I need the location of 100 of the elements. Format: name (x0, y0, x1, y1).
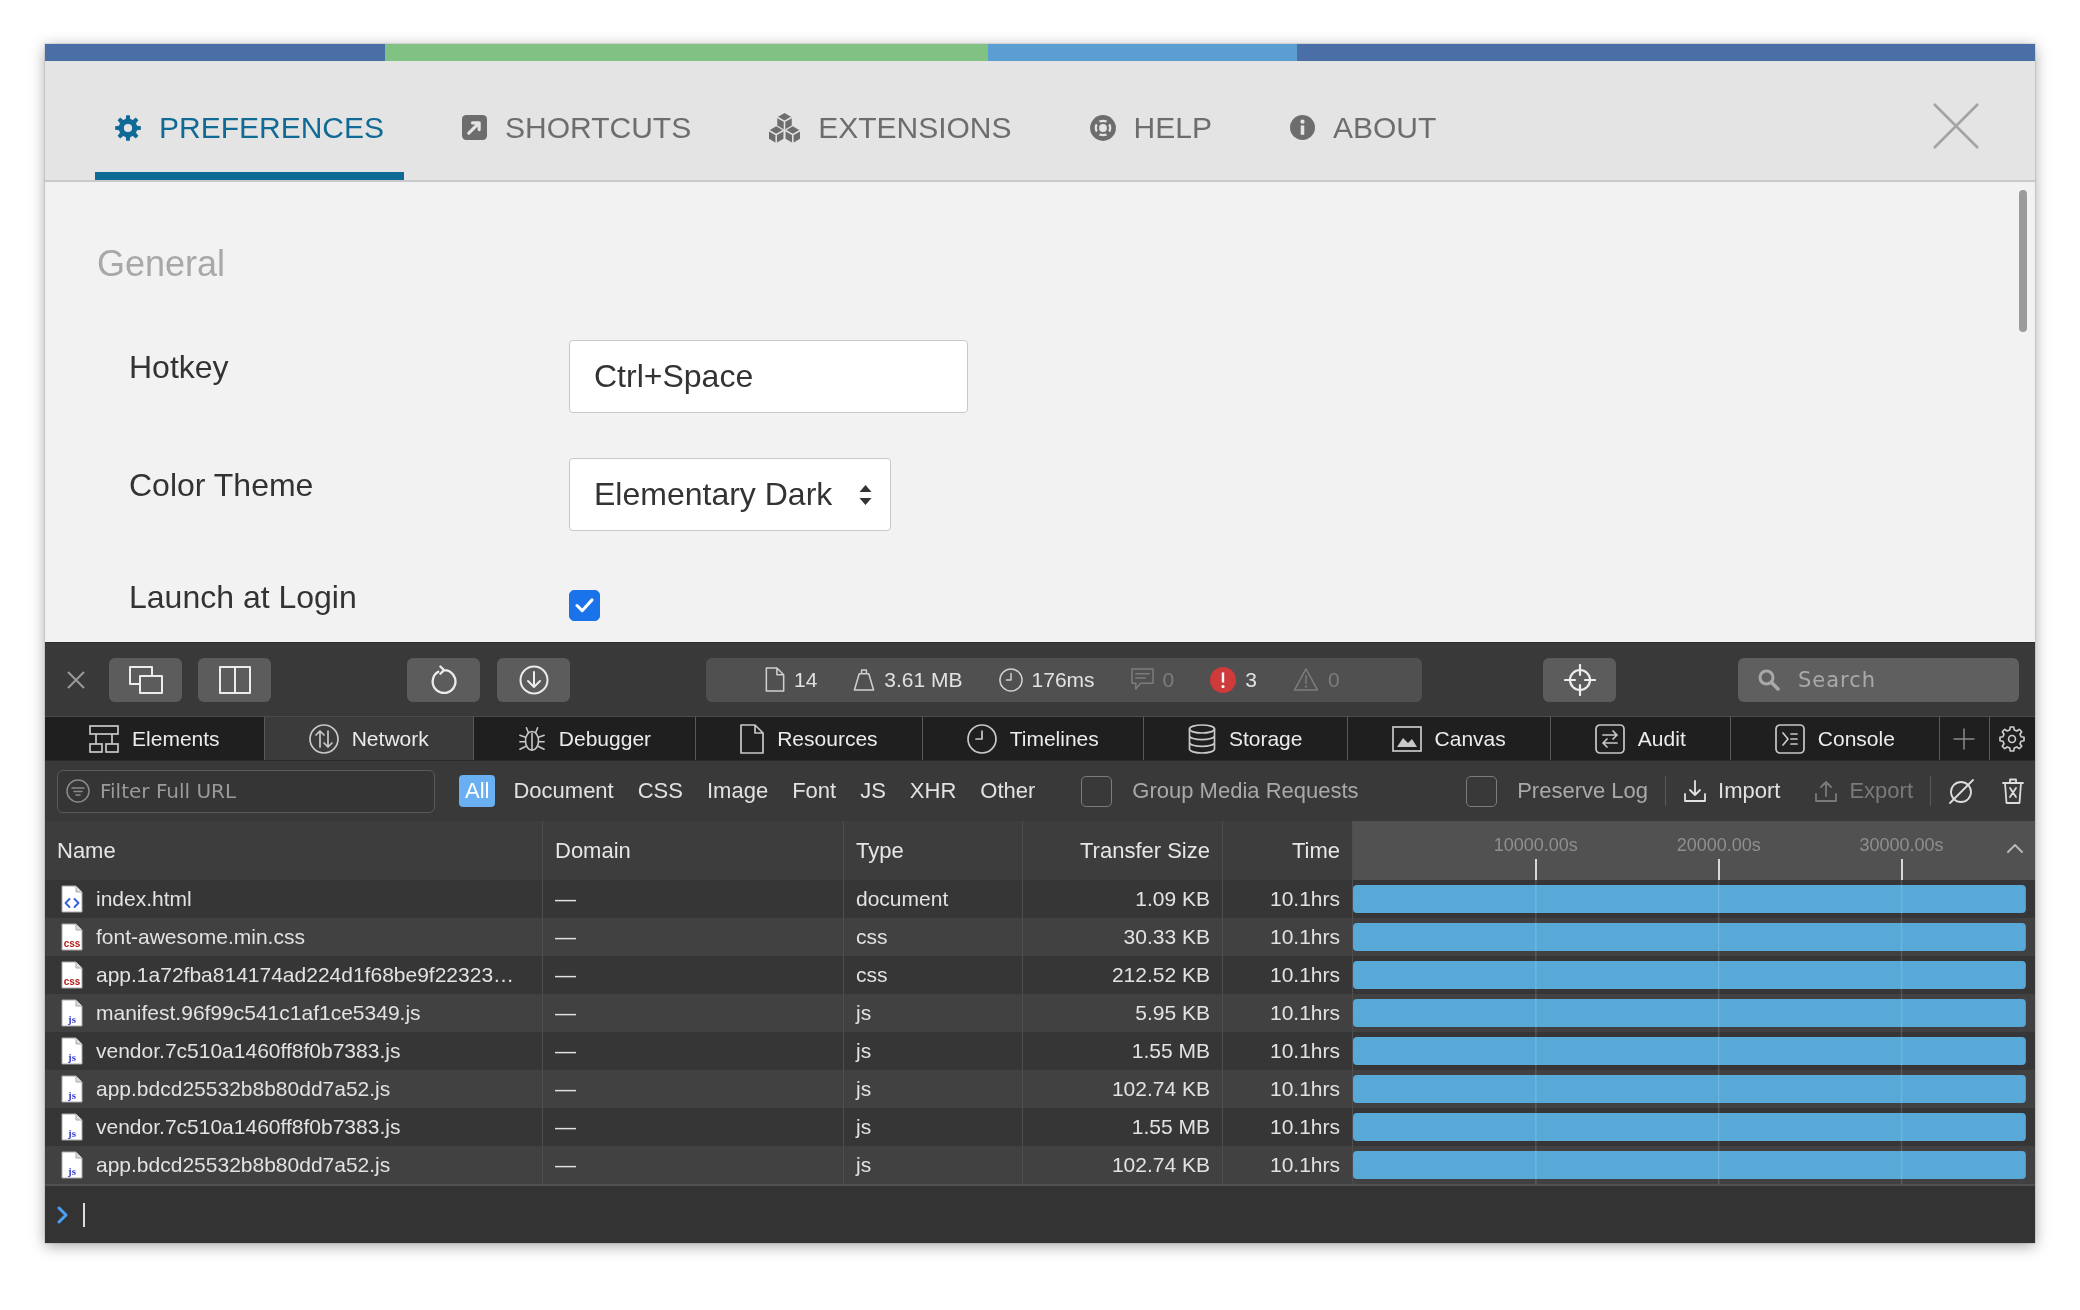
settings-icon[interactable] (1999, 725, 2026, 752)
table-row[interactable]: js vendor.7c510a1460ff8f0b7383.js — js 1.55 MB 10.1hrs (45, 1108, 1353, 1146)
file-name: vendor.7c510a1460ff8f0b7383.js (96, 1115, 401, 1139)
js-file-icon: js (61, 1151, 83, 1179)
file-name: app.1a72fba814174ad224d1f68be9f22323… (96, 963, 515, 987)
table-row[interactable]: css font-awesome.min.css — css 30.33 KB 10.1hrs (45, 918, 1353, 956)
css-file-icon: css (61, 923, 83, 951)
load-time: 176ms (1031, 667, 1095, 692)
external-link-icon (462, 115, 488, 140)
table-row[interactable]: css app.1a72fba814174ad224d1f68be9f22323… — css 212.52 KB 10.1hrs (45, 956, 1353, 994)
bug-icon (517, 724, 546, 753)
caret-up-icon[interactable] (2007, 843, 2023, 853)
setting-label: Hotkey (128, 348, 230, 386)
search-icon (1758, 668, 1780, 691)
table-row[interactable]: js vendor.7c510a1460ff8f0b7383.js — js 1.55 MB 10.1hrs (45, 1032, 1353, 1070)
file-name: app.bdcd25532b8b80dd7a52.js (96, 1077, 391, 1101)
dock-button[interactable] (109, 657, 182, 702)
checkmark-icon (575, 598, 594, 613)
reload-button[interactable] (407, 657, 480, 702)
checkbox-label: Preserve Log (1517, 778, 1649, 804)
code-file-icon (61, 885, 83, 913)
checkbox[interactable] (569, 590, 600, 621)
up-down-arrows-icon (308, 723, 339, 754)
tab[interactable]: EXTENSIONS (749, 61, 1032, 180)
overlapping-windows-icon (128, 665, 163, 694)
crosshair-icon (1563, 663, 1596, 696)
checkbox[interactable] (1466, 775, 1498, 807)
tab[interactable]: HELP (1069, 61, 1232, 180)
message-icon (1130, 668, 1154, 691)
css-file-icon: css (61, 961, 83, 989)
download-icon (1683, 779, 1708, 803)
layout-button[interactable] (198, 657, 271, 702)
table-row[interactable]: js manifest.96f99c541c1af1ce5349.js — js 5.95 KB 10.1hrs (45, 994, 1353, 1032)
slashed-circle-icon[interactable] (1948, 778, 1974, 804)
setting-label: Color Theme (128, 466, 315, 504)
settings-icon (115, 114, 141, 141)
checkbox[interactable] (1081, 775, 1113, 807)
info-icon (1289, 115, 1315, 140)
filter-icon (66, 779, 90, 803)
file-name: vendor.7c510a1460ff8f0b7383.js (96, 1039, 401, 1063)
filter-button[interactable]: CSS (631, 775, 689, 807)
filter-button[interactable]: Font (786, 775, 843, 807)
image-icon (1391, 725, 1422, 752)
tab[interactable]: ABOUT (1269, 61, 1457, 180)
axis-tick-label: 20000.00s (1676, 835, 1761, 855)
database-icon (1187, 723, 1216, 754)
console-input[interactable] (45, 1184, 2035, 1243)
table-row[interactable]: index.html — document 1.09 KB 10.1hrs (45, 880, 1353, 918)
file-name: font-awesome.min.css (96, 925, 305, 949)
clock-icon (998, 667, 1023, 692)
import-button[interactable]: Import (1683, 778, 1781, 804)
filter-button[interactable]: Other (974, 775, 1042, 807)
js-file-icon: js (61, 1075, 83, 1103)
transfer-size: 3.61 MB (884, 667, 963, 692)
download-button[interactable] (497, 657, 570, 702)
terminal-icon (1774, 723, 1805, 754)
reload-icon (430, 665, 457, 694)
hierarchy-icon (89, 724, 120, 753)
up-down-caret-icon (859, 484, 872, 505)
table-row[interactable]: js app.bdcd25532b8b80dd7a52.js — js 102.74 KB 10.1hrs (45, 1070, 1353, 1108)
swap-arrows-icon (1594, 723, 1625, 754)
text-field[interactable]: Ctrl+Space (569, 340, 968, 413)
filter-button[interactable]: XHR (903, 775, 963, 807)
js-file-icon: js (61, 999, 83, 1027)
file-name: index.html (96, 887, 192, 911)
close-icon[interactable] (67, 670, 85, 689)
inspect-button[interactable] (1543, 657, 1616, 702)
request-count: 14 (794, 667, 818, 692)
file-name: app.bdcd25532b8b80dd7a52.js (96, 1153, 391, 1177)
axis-tick-label: 10000.00s (1493, 835, 1578, 855)
lifebuoy-icon (1089, 114, 1116, 141)
error-count: 3 (1245, 667, 1257, 692)
error-icon (1210, 666, 1237, 693)
checkbox-label: Group Media Requests (1132, 778, 1359, 804)
axis-tick-label: 30000.00s (1859, 835, 1944, 855)
js-file-icon: js (61, 1037, 83, 1065)
plus-icon[interactable] (1953, 727, 1976, 750)
search-field[interactable]: Search (1738, 657, 2019, 702)
tab[interactable]: Network (264, 717, 474, 760)
table-row[interactable]: js app.bdcd25532b8b80dd7a52.js — js 102.74 KB 10.1hrs (45, 1146, 1353, 1184)
dropdown[interactable]: Elementary Dark (569, 458, 891, 531)
setting-label: Launch at Login (128, 578, 358, 616)
upload-icon (1814, 779, 1839, 803)
section-title: General (97, 243, 226, 285)
filter-button[interactable]: JS (854, 775, 892, 807)
download-icon (518, 664, 549, 695)
filter-field[interactable]: Filter Full URL (57, 769, 435, 813)
tab[interactable]: SHORTCUTS (442, 61, 712, 180)
filter-button[interactable]: Document (507, 775, 620, 807)
js-file-icon: js (61, 1113, 83, 1141)
file-icon (740, 723, 765, 754)
weight-icon (853, 668, 876, 691)
file-icon (765, 667, 785, 692)
warning-icon (1293, 668, 1319, 691)
scrollbar-thumb[interactable] (2019, 190, 2027, 332)
text-cursor (83, 1202, 85, 1227)
filter-button[interactable]: Image (701, 775, 775, 807)
file-name: manifest.96f99c541c1af1ce5349.js (96, 1001, 421, 1025)
trash-icon[interactable] (2002, 778, 2024, 804)
split-panel-icon (218, 665, 251, 694)
